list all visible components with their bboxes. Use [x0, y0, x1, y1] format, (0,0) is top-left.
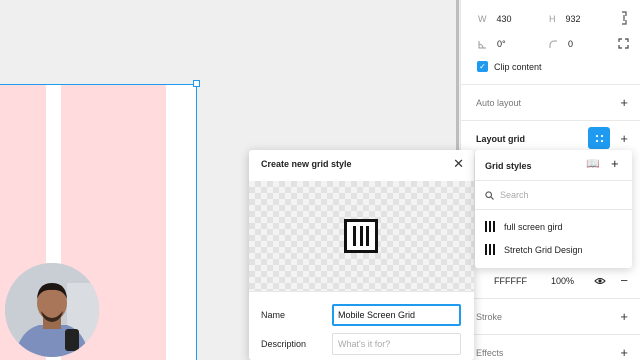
style-item-label: Stretch Grid Design	[504, 244, 583, 255]
add-effect-button[interactable]: +	[620, 346, 628, 359]
corner-radius-field[interactable]: 0	[549, 39, 573, 49]
grid-row[interactable]: FFFFFF 100%	[494, 276, 574, 286]
style-item[interactable]: full screen gird	[485, 221, 563, 232]
grid-styles-button[interactable]	[588, 127, 610, 149]
presenter-video	[5, 263, 99, 357]
styles-search[interactable]: Search	[485, 190, 529, 200]
remove-grid-button[interactable]: −	[620, 274, 628, 287]
divider	[461, 84, 640, 85]
width-field[interactable]: W 430	[478, 14, 512, 24]
divider	[249, 291, 474, 292]
divider	[461, 334, 640, 335]
resize-handle[interactable]	[193, 80, 200, 87]
grid-icon	[595, 134, 603, 142]
stroke-title: Stroke	[476, 312, 503, 322]
book-icon[interactable]: 📖	[586, 157, 600, 170]
effects-title: Effects	[476, 348, 504, 358]
style-item[interactable]: Stretch Grid Design	[485, 244, 583, 255]
grid-preview-icon	[344, 219, 378, 253]
eye-icon[interactable]	[594, 277, 606, 285]
independent-corners-icon[interactable]	[618, 38, 629, 49]
add-layout-grid-button[interactable]: +	[620, 132, 628, 145]
divider	[475, 180, 632, 181]
corner-radius-value[interactable]: 0	[568, 39, 573, 49]
divider	[461, 298, 640, 299]
add-stroke-button[interactable]: +	[620, 310, 628, 323]
dialog-title: Create new grid style	[261, 159, 352, 169]
rotation-value[interactable]: 0°	[497, 39, 506, 49]
search-placeholder: Search	[500, 190, 529, 200]
height-field[interactable]: H 932	[549, 14, 581, 24]
grid-styles-popover: Grid styles 📖 + Search full screen gird …	[475, 150, 632, 268]
create-style-button[interactable]: +	[611, 156, 619, 171]
name-input[interactable]: Mobile Screen Grid	[332, 304, 461, 326]
grid-opacity[interactable]: 100%	[551, 276, 574, 286]
rotation-field[interactable]: 0°	[478, 39, 506, 49]
grid-color-hex[interactable]: FFFFFF	[494, 276, 527, 286]
description-input[interactable]: What's it for?	[332, 333, 461, 355]
layout-grid-title: Layout grid	[476, 134, 525, 144]
close-icon[interactable]: ✕	[453, 156, 464, 172]
grid-preview	[249, 181, 474, 291]
constrain-proportions-icon[interactable]	[619, 11, 629, 25]
height-value[interactable]: 932	[566, 14, 581, 24]
divider	[461, 120, 640, 121]
width-value[interactable]: 430	[497, 14, 512, 24]
divider	[475, 209, 632, 210]
clip-content-checkbox[interactable]: ✓	[477, 61, 488, 72]
corner-radius-icon	[549, 40, 557, 48]
clip-content-label: Clip content	[494, 62, 542, 72]
add-auto-layout-button[interactable]: +	[620, 96, 628, 109]
description-label: Description	[261, 339, 307, 349]
height-label: H	[549, 14, 556, 24]
create-grid-style-dialog: Create new grid style ✕ Name Mobile Scre…	[249, 150, 474, 360]
rotation-icon	[478, 40, 486, 48]
width-label: W	[478, 14, 487, 24]
name-label: Name	[261, 310, 286, 320]
grid-styles-title: Grid styles	[485, 161, 532, 171]
style-item-label: full screen gird	[504, 221, 563, 232]
auto-layout-title: Auto layout	[476, 98, 522, 108]
webcam-overlay	[5, 263, 99, 357]
grid-style-icon	[485, 244, 495, 255]
search-icon	[485, 190, 494, 200]
grid-style-icon	[485, 221, 495, 232]
